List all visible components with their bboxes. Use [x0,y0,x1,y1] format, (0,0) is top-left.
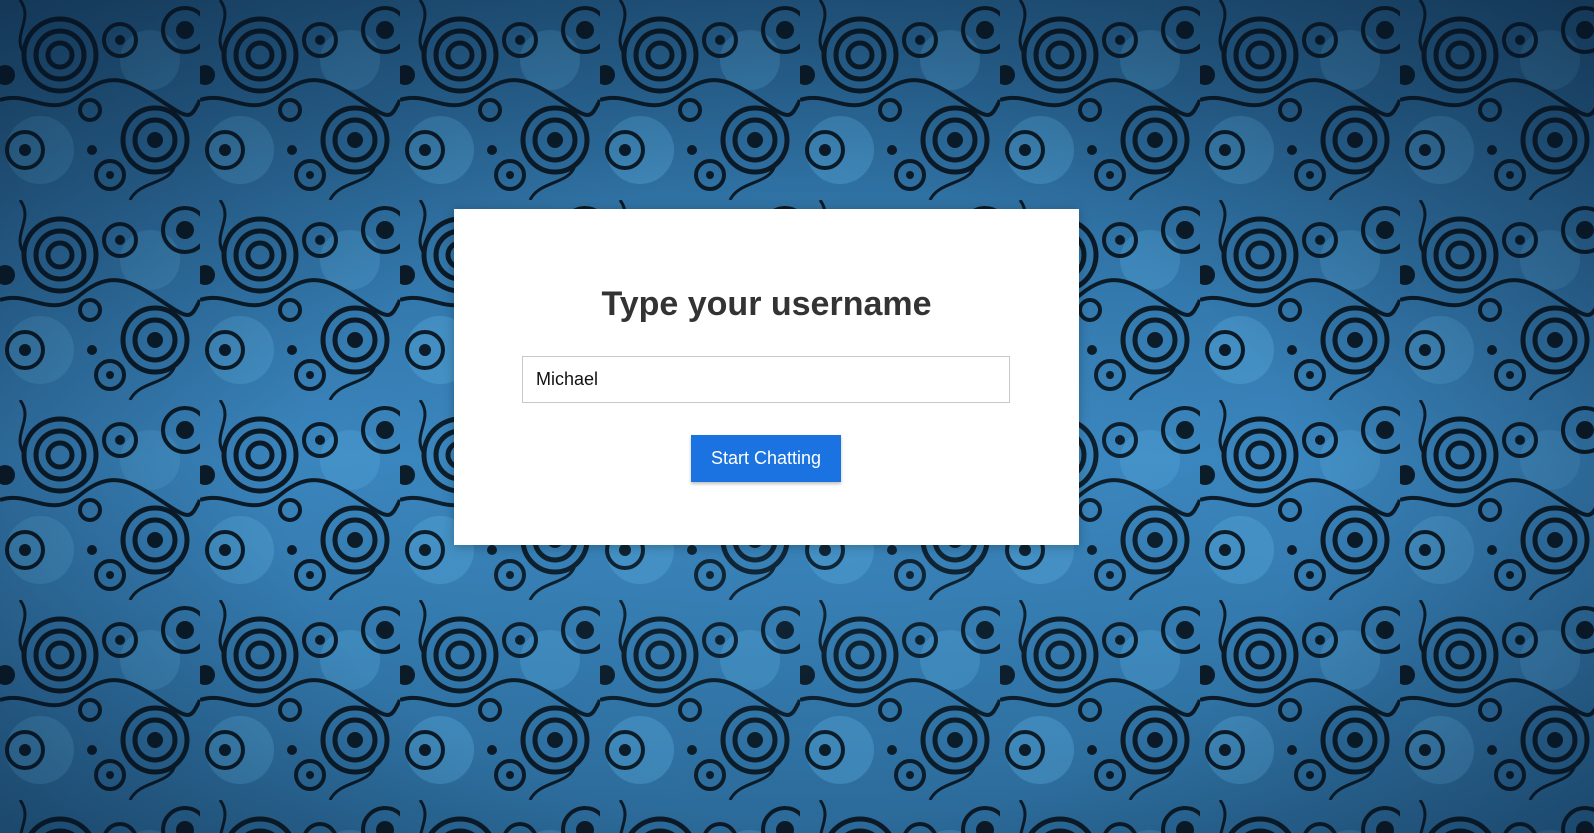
start-chatting-button[interactable]: Start Chatting [691,435,841,482]
username-input[interactable] [522,356,1010,403]
page-title: Type your username [601,285,932,323]
login-card: Type your username Start Chatting [454,209,1079,545]
